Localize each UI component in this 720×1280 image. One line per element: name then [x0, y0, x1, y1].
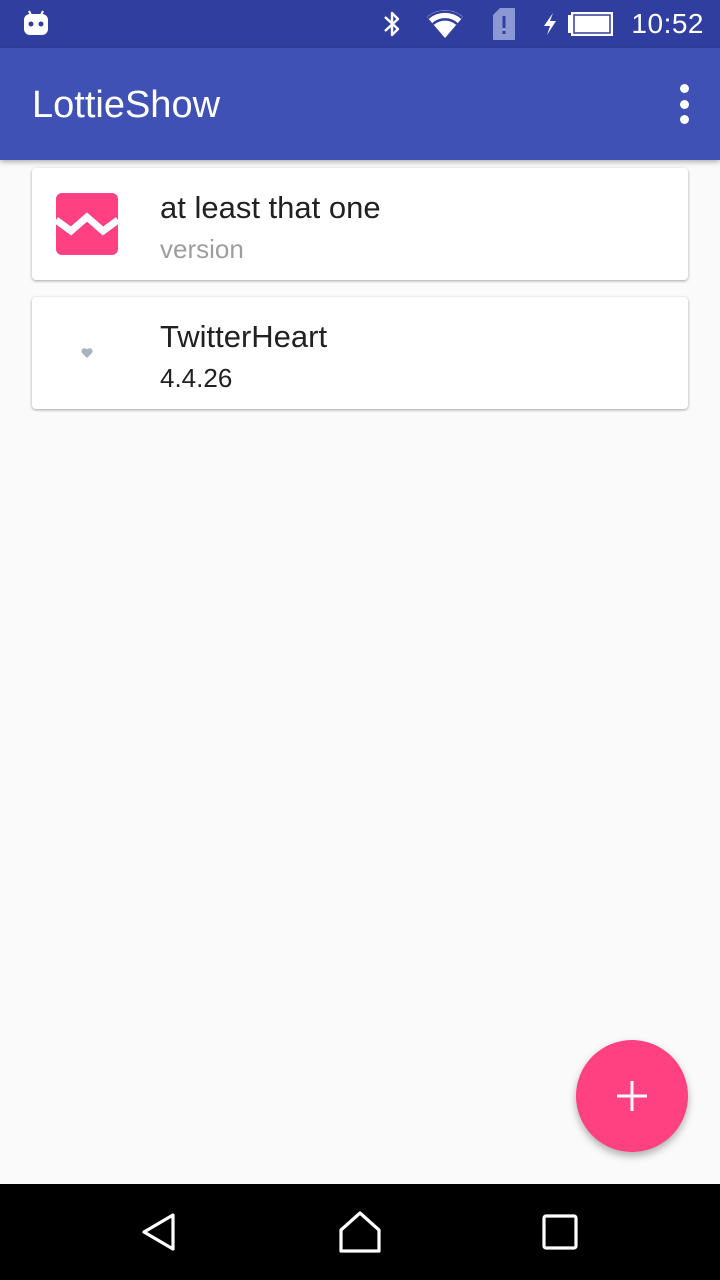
heart-icon	[56, 322, 118, 384]
list-item[interactable]: TwitterHeart 4.4.26	[32, 297, 688, 409]
status-time: 10:52	[631, 8, 704, 39]
add-animation-button[interactable]	[576, 1040, 688, 1152]
battery-charging-icon	[539, 11, 617, 37]
sim-alert-icon	[479, 7, 529, 41]
bluetooth-icon	[377, 9, 407, 39]
navigation-bar	[0, 1184, 720, 1280]
item-subtitle: version	[160, 234, 244, 264]
app-title: LottieShow	[32, 84, 221, 126]
animation-list: at least that one version TwitterHeart 4…	[32, 168, 688, 426]
recents-icon[interactable]	[512, 1184, 608, 1280]
item-name: TwitterHeart	[160, 319, 328, 354]
zigzag-thumbnail-icon	[56, 193, 118, 255]
status-icons: 10:52	[377, 0, 704, 48]
item-name: at least that one	[160, 190, 381, 225]
overflow-dot	[679, 115, 689, 124]
item-subtitle: 4.4.26	[160, 363, 233, 393]
list-item[interactable]: at least that one version	[32, 168, 688, 280]
overflow-dot	[679, 84, 689, 93]
back-icon[interactable]	[112, 1184, 208, 1280]
status-bar: 10:52	[0, 0, 720, 48]
android-icon	[22, 10, 50, 36]
app-bar: LottieShow	[0, 48, 720, 160]
wifi-icon	[419, 8, 471, 40]
home-icon[interactable]	[312, 1184, 408, 1280]
overflow-menu-icon[interactable]	[676, 84, 692, 124]
overflow-dot	[679, 99, 689, 109]
plus-icon	[617, 1081, 647, 1111]
